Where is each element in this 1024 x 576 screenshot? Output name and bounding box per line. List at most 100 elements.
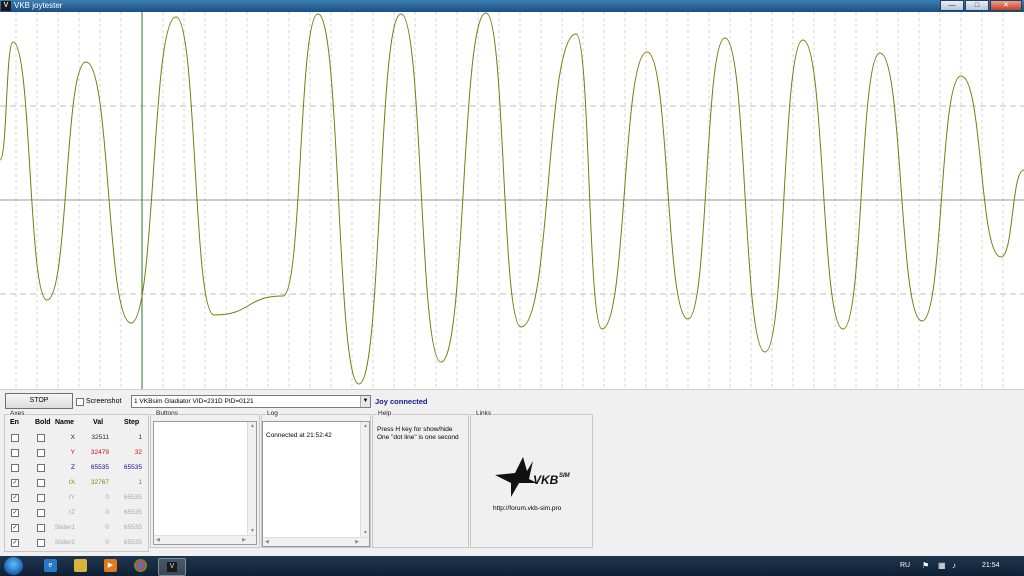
buttons-list[interactable]: ▲ ▼ ◀ ▶ [153, 421, 257, 545]
axis-name: Slider2 [54, 539, 75, 546]
vkbsim-logo[interactable]: VKB SIM [489, 453, 573, 501]
axis-bold-checkbox[interactable] [37, 539, 45, 547]
links-group: Links VKB SIM http://forum.vkb-sim.pro [470, 410, 593, 548]
help-text: Press H key for show/hide One "dot line"… [377, 426, 459, 442]
scroll-down-icon[interactable]: ▼ [363, 530, 368, 536]
scroll-up-icon[interactable]: ▲ [363, 423, 368, 429]
axis-name: X [70, 434, 75, 441]
buttons-horizontal-scrollbar[interactable]: ◀ ▶ [154, 535, 256, 544]
axis-value: 32479 [90, 449, 109, 456]
buttons-vertical-scrollbar[interactable]: ▲ ▼ [247, 422, 256, 535]
axes-header-bold: Bold [35, 419, 51, 426]
axes-legend: Axes [9, 410, 26, 417]
logo-sub: SIM [559, 473, 571, 479]
bird-icon [495, 457, 537, 497]
log-vertical-scrollbar[interactable]: ▲ ▼ [360, 422, 369, 537]
chevron-down-icon[interactable]: ▼ [360, 396, 370, 407]
axis-name: rY [68, 494, 76, 501]
axis-enable-checkbox[interactable]: ✓ [11, 524, 19, 532]
axis-bold-checkbox[interactable] [37, 509, 45, 517]
axis-enable-checkbox[interactable] [11, 464, 19, 472]
log-horizontal-scrollbar[interactable]: ◀ ▶ [263, 537, 369, 546]
device-select-value: 1 VKBsim Gladiator VID=231D PID=0121 [134, 398, 254, 405]
axis-value: 0 [105, 539, 109, 546]
window-title: VKB joytester [14, 1, 63, 10]
chrome-icon[interactable] [134, 559, 147, 572]
axis-enable-checkbox[interactable]: ✓ [11, 479, 19, 487]
axis-bold-checkbox[interactable] [37, 434, 45, 442]
scroll-right-icon[interactable]: ▶ [355, 539, 359, 545]
language-indicator[interactable]: RU [900, 556, 910, 576]
help-line-2: One "dot line" is one second [377, 434, 459, 441]
scroll-down-icon[interactable]: ▼ [250, 528, 255, 534]
axis-step: 65535 [123, 524, 142, 531]
axis-name: rX [68, 479, 76, 486]
volume-icon[interactable]: ♪ [952, 556, 956, 576]
axis-value: 0 [105, 524, 109, 531]
help-group: Help Press H key for show/hide One "dot … [372, 410, 469, 548]
log-textarea[interactable]: Connected at 21:52:42 ▲ ▼ ◀ ▶ [262, 421, 370, 547]
axis-value: 32767 [90, 479, 109, 486]
window-controls: — □ ✕ [939, 0, 1022, 11]
screenshot-checkbox[interactable] [76, 398, 84, 406]
taskbar: e ▶ V RU ⚑ ▦ ♪ 21:54 [0, 556, 1024, 576]
ie-icon[interactable]: e [44, 559, 57, 572]
maximize-button[interactable]: □ [965, 0, 989, 11]
device-select[interactable]: 1 VKBsim Gladiator VID=231D PID=0121 ▼ [131, 395, 371, 408]
axis-trace [0, 12, 1024, 385]
axis-enable-checkbox[interactable] [11, 449, 19, 457]
scroll-left-icon[interactable]: ◀ [156, 537, 160, 543]
axis-name: Y [70, 449, 75, 456]
axis-bold-checkbox[interactable] [37, 524, 45, 532]
axis-bold-checkbox[interactable] [37, 479, 45, 487]
axis-enable-checkbox[interactable]: ✓ [11, 494, 19, 502]
axis-value: 0 [105, 494, 109, 501]
axis-step: 1 [138, 434, 142, 441]
axis-name: Slider1 [54, 524, 75, 531]
forum-link[interactable]: http://forum.vkb-sim.pro [493, 505, 561, 512]
axis-enable-checkbox[interactable]: ✓ [11, 539, 19, 547]
axis-value: 0 [105, 509, 109, 516]
axis-bold-checkbox[interactable] [37, 494, 45, 502]
network-icon[interactable]: ▦ [938, 556, 946, 576]
axes-header-name: Name [55, 419, 75, 426]
signal-plot [0, 12, 1024, 389]
axes-header-en: En [10, 419, 19, 426]
axis-step: 32 [134, 449, 142, 456]
scroll-up-icon[interactable]: ▲ [250, 423, 255, 429]
clock[interactable]: 21:54 [982, 556, 1000, 576]
axes-header-val: Val [93, 419, 104, 426]
axis-bold-checkbox[interactable] [37, 449, 45, 457]
axis-name: rZ [68, 509, 75, 516]
flag-icon[interactable]: ⚑ [922, 556, 929, 576]
media-player-icon[interactable]: ▶ [104, 559, 117, 572]
close-button[interactable]: ✕ [990, 0, 1022, 11]
axis-enable-checkbox[interactable] [11, 434, 19, 442]
help-line-1: Press H key for show/hide [377, 426, 453, 433]
axis-step: 65535 [123, 464, 142, 471]
joytester-task-button[interactable]: V [158, 558, 186, 576]
app-icon: V [1, 1, 11, 11]
axis-step: 65535 [123, 539, 142, 546]
buttons-legend: Buttons [155, 410, 180, 417]
explorer-icon[interactable] [74, 559, 87, 572]
axis-step: 65535 [123, 509, 142, 516]
title-bar: V VKB joytester — □ ✕ [0, 0, 1024, 12]
scroll-right-icon[interactable]: ▶ [242, 537, 246, 543]
axis-value: 65535 [90, 464, 109, 471]
stop-button[interactable]: STOP [5, 393, 73, 409]
axis-name: Z [71, 464, 75, 471]
start-button[interactable] [4, 557, 23, 575]
axis-bold-checkbox[interactable] [37, 464, 45, 472]
log-entry: Connected at 21:52:42 [266, 432, 332, 439]
scroll-left-icon[interactable]: ◀ [265, 539, 269, 545]
axis-value: 32511 [91, 434, 109, 441]
log-group: Log Connected at 21:52:42 ▲ ▼ ◀ ▶ [261, 410, 371, 548]
axis-step: 65535 [123, 494, 142, 501]
buttons-group: Buttons ▲ ▼ ◀ ▶ [150, 410, 260, 548]
help-legend: Help [377, 410, 393, 417]
axis-step: 1 [138, 479, 142, 486]
minimize-button[interactable]: — [940, 0, 964, 11]
axis-enable-checkbox[interactable]: ✓ [11, 509, 19, 517]
axes-header-step: Step [124, 419, 140, 426]
